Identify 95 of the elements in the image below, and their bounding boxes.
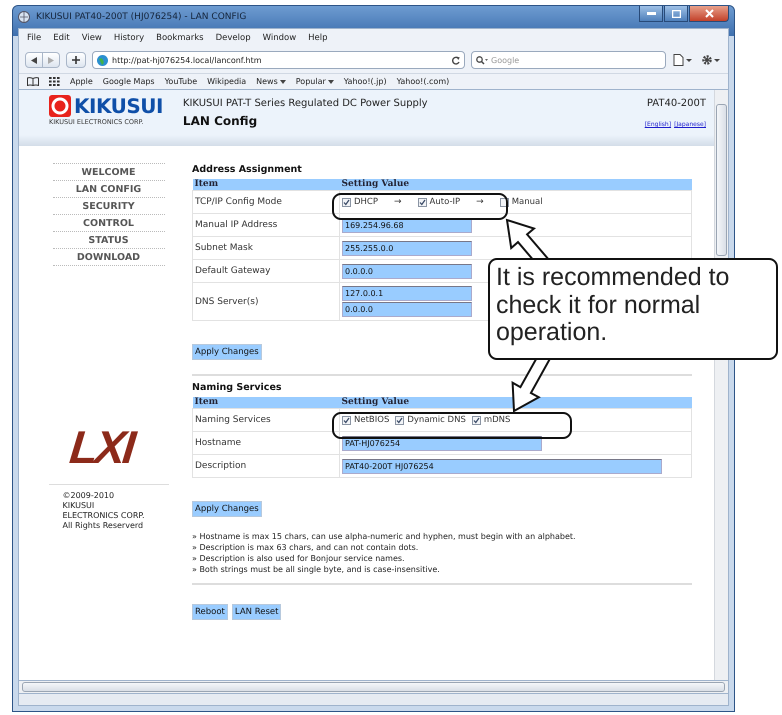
menu-item[interactable]: Window (262, 33, 296, 43)
menu-item[interactable]: Bookmarks (156, 33, 204, 43)
row-label: Subnet Mask (195, 243, 253, 253)
dropdown-icon[interactable] (280, 80, 286, 84)
option-label: Manual (512, 197, 543, 207)
apply-button[interactable]: Apply Changes (192, 344, 262, 360)
bookmark-item[interactable]: News (256, 77, 278, 86)
bookmark-item[interactable]: Apple (70, 77, 93, 86)
dropdown-icon[interactable] (328, 80, 334, 84)
section-heading: Address Assignment (192, 164, 303, 175)
maximize-icon (672, 10, 680, 18)
close-button[interactable] (689, 6, 729, 22)
row-label: Default Gateway (195, 266, 271, 276)
globe-icon (97, 54, 108, 66)
plus-icon (72, 56, 80, 64)
horizontal-scrollbar[interactable] (18, 681, 729, 694)
copyright-text: ©2009-2010 KIKUSUI ELECTRONICS CORP. All Rights Reserverd (62, 491, 144, 531)
checkbox[interactable] (342, 198, 351, 206)
bookmark-item[interactable]: Google Maps (102, 77, 155, 86)
add-button[interactable] (66, 52, 86, 68)
nav-item[interactable]: WELCOME (52, 164, 164, 181)
section-heading: Naming Services (192, 382, 283, 393)
row-label: Manual IP Address (195, 220, 278, 230)
nav-item[interactable]: DOWNLOAD (52, 249, 164, 266)
row-label: Naming Services (195, 415, 271, 425)
model-name: PAT40-200T (646, 98, 706, 109)
logo-icon (49, 95, 71, 117)
checkbox[interactable] (472, 416, 481, 424)
menu-item[interactable]: File (27, 33, 42, 43)
menu-item[interactable]: Edit (53, 33, 70, 43)
bookmark-item[interactable]: Wikipedia (207, 77, 246, 86)
note-text: » Hostname is max 15 chars, can use alpha-numeric and hyphen, must begin with an alphabet. (192, 531, 577, 542)
browser-icon (18, 11, 30, 23)
row-label: Hostname (195, 438, 242, 448)
column-header: Item (194, 179, 218, 189)
note-text: » Both strings must be all single byte, and is case-insensitive. (192, 564, 441, 575)
maximize-button[interactable] (664, 6, 688, 22)
close-icon (704, 9, 714, 18)
column-header: Setting Value (342, 397, 410, 407)
menu-item[interactable]: Help (308, 33, 328, 43)
option-label: Dynamic DNS (407, 415, 466, 425)
arrow-symbol: → (476, 197, 484, 207)
book-icon[interactable] (27, 77, 39, 86)
row-label: Description (195, 461, 246, 471)
nav-item[interactable]: LAN CONFIG (52, 181, 164, 198)
grid-icon[interactable] (49, 77, 60, 86)
nav-item[interactable]: STATUS (52, 232, 164, 249)
row-label: DNS Server(s) (195, 296, 258, 306)
checkbox[interactable] (342, 416, 351, 424)
bookmark-item[interactable]: Yahoo!(.com) (396, 77, 450, 86)
minimize-button[interactable] (639, 6, 663, 22)
nav-item[interactable]: SECURITY (52, 198, 164, 215)
apply-button[interactable]: Apply Changes (192, 501, 262, 517)
column-header: Item (194, 397, 218, 407)
logo-text: KIKUSUI (74, 94, 163, 118)
input-field[interactable]: PAT40-200T HJ076254 (342, 458, 662, 474)
forward-icon (48, 56, 54, 64)
option-label: mDNS (484, 415, 510, 425)
menu-item[interactable]: Develop (216, 33, 251, 43)
reload-icon[interactable] (452, 56, 460, 64)
input-field[interactable]: 255.255.0.0 (342, 240, 472, 256)
note-text: » Description is max 63 chars, and can not contain dots. (192, 542, 420, 553)
back-button[interactable] (25, 52, 43, 68)
checkbox[interactable] (418, 198, 427, 206)
window-title: KIKUSUI PAT40-200T (HJ076254) - LAN CONFIG (36, 12, 248, 22)
note-text: » Description is also used for Bonjour service names. (192, 553, 406, 564)
checkbox[interactable] (395, 416, 404, 424)
page-menu-icon[interactable] (672, 52, 694, 68)
back-icon (31, 56, 37, 64)
action-button[interactable]: LAN Reset (232, 604, 282, 620)
product-title: KIKUSUI PAT-T Series Regulated DC Power Supply (182, 98, 429, 109)
address-field[interactable]: http://pat-hj076254.local/lanconf.htm (92, 51, 465, 69)
option-label: DHCP (354, 197, 378, 207)
input-field[interactable]: 0.0.0.0 (342, 302, 472, 317)
bookmark-item[interactable]: Popular (296, 77, 326, 86)
nav-item[interactable]: CONTROL (52, 215, 164, 232)
callout-tooltip: It is recommended to check it for normal operation. (488, 258, 778, 360)
bookmark-item[interactable]: Yahoo!(.jp) (344, 77, 387, 86)
page-title: LAN Config (182, 114, 258, 128)
search-placeholder: Google (491, 56, 520, 64)
menu-item[interactable]: View (82, 33, 102, 43)
bookmark-item[interactable]: YouTube (164, 77, 198, 86)
option-label: NetBIOS (354, 415, 390, 425)
row-label: TCP/IP Config Mode (195, 197, 282, 207)
menu-item[interactable]: History (114, 33, 144, 43)
lxi-logo: LXI (68, 424, 136, 470)
search-icon (476, 56, 488, 64)
action-button[interactable]: Reboot (192, 604, 228, 620)
option-label: Auto-IP (430, 197, 460, 207)
arrow-symbol: → (394, 197, 402, 207)
input-field[interactable]: 127.0.0.1 (342, 286, 472, 301)
url-text: http://pat-hj076254.local/lanconf.htm (112, 56, 263, 64)
input-field[interactable]: 0.0.0.0 (342, 264, 472, 278)
minimize-icon (646, 12, 656, 15)
column-header: Setting Value (342, 179, 410, 189)
